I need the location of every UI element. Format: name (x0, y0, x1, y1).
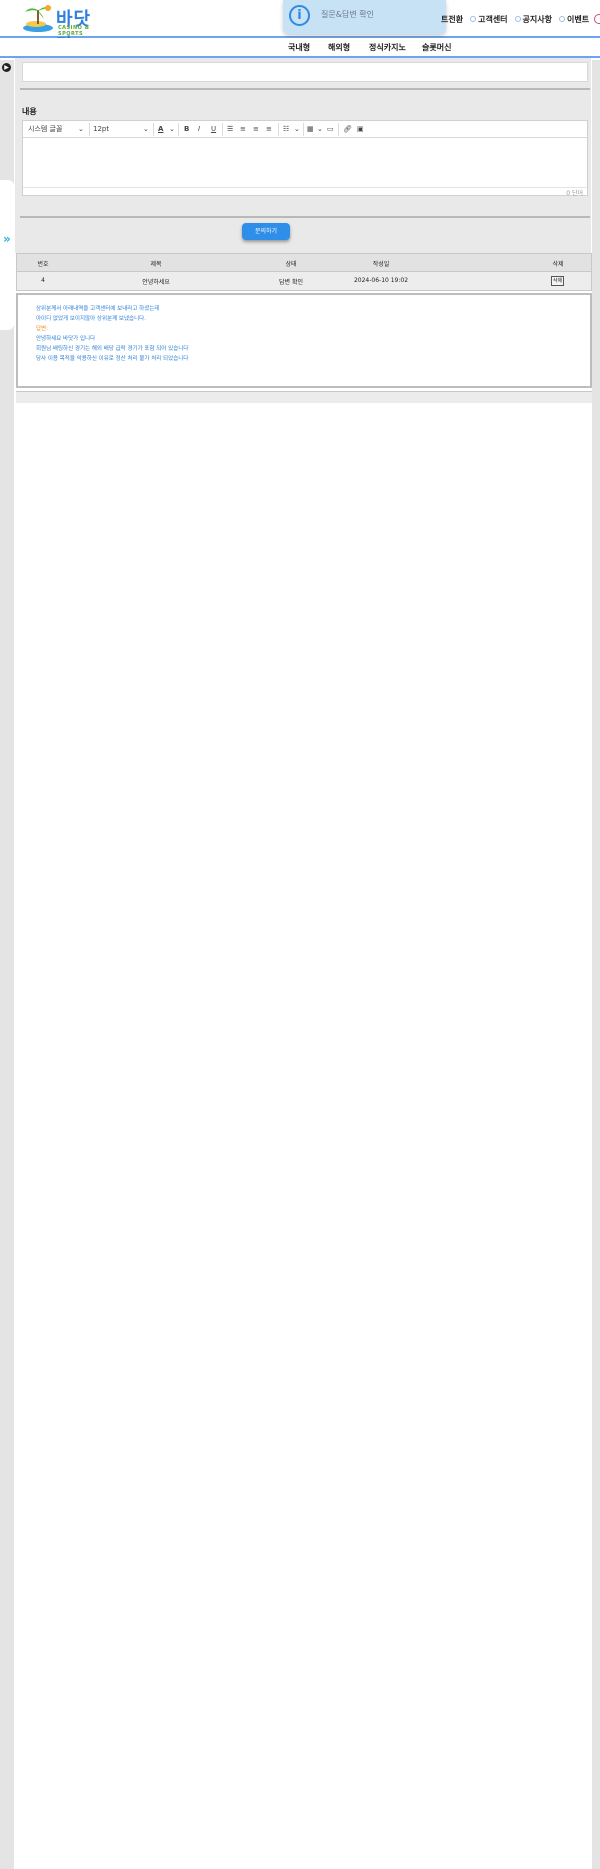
font-size-value: 12pt (93, 125, 110, 133)
chevron-down-icon: ⌄ (78, 125, 84, 133)
divider (338, 123, 339, 136)
row-date: 2024-06-10 19:02 (353, 277, 409, 284)
nav-casino[interactable]: 정식카지노 (369, 42, 406, 53)
table-header: 번호 제목 상태 작성일 삭제 (16, 253, 592, 272)
side-drawer-tab[interactable] (0, 180, 14, 330)
chevron-down-icon: ⌄ (143, 125, 149, 133)
font-size-select[interactable]: 12pt (93, 121, 109, 138)
notification-toast[interactable]: i 질문&답변 확인 (283, 0, 446, 34)
media-icon[interactable]: ▭ (327, 121, 334, 138)
divider (178, 123, 179, 136)
answer-line: 당사 이용 목적을 악용하신 이유로 정산 처리 불가 처리 되었습니다 (36, 356, 189, 362)
palm-island-icon (23, 5, 53, 32)
circle-icon (559, 16, 565, 22)
col-title: 제목 (150, 261, 162, 268)
double-chevron-right-icon[interactable]: » (3, 232, 11, 246)
divider (278, 123, 279, 136)
align-justify-icon[interactable]: ☰ (227, 121, 233, 138)
title-input[interactable] (22, 62, 588, 82)
content-label: 내용 (22, 107, 37, 116)
info-icon: i (289, 5, 310, 26)
answer-line: 회원님 배팅하신 경기는 해외 배당 급락 경기가 포함 되어 있습니다 (36, 346, 189, 352)
divider (20, 216, 590, 218)
editor-status-bar: 0 단어 (23, 187, 587, 197)
list-icon[interactable]: ☷ (283, 121, 289, 138)
chevron-down-icon[interactable]: ⌄ (169, 121, 175, 138)
col-status: 상태 (285, 261, 297, 268)
nav-support-label: 고객센터 (478, 15, 508, 24)
col-date: 작성일 (372, 261, 390, 268)
nav-event-label: 이벤트 (567, 15, 590, 24)
text-color-icon[interactable]: A (158, 121, 163, 138)
toast-message: 질문&답변 확인 (321, 10, 374, 19)
game-nav: 국내형 해외형 정식카지노 슬롯머신 (0, 38, 600, 58)
inquiry-detail: 상위분께서 아래내역을 고객센터에 보내라고 하셨는데 아이디 없었게 보이지않… (16, 293, 592, 388)
image-icon[interactable]: ▣ (357, 121, 364, 138)
nav-notice[interactable]: 공지사항 (514, 14, 552, 25)
italic-icon[interactable]: I (198, 121, 200, 138)
divider (303, 123, 304, 136)
question-line: 상위분께서 아래내역을 고객센터에 보내라고 하셨는데 (36, 306, 160, 312)
inquiry-form: 내용 시스템 글꼴 ⌄ 12pt ⌄ A ⌄ B I U ☰ ≡ ≡ ≡ ☷ ⌄… (15, 58, 591, 253)
answer-label: 답변: (36, 326, 48, 332)
circle-icon (514, 16, 521, 22)
nav-overseas[interactable]: 해외형 (328, 42, 350, 53)
site-logo[interactable]: 바닷가 CASINO & SPORTS (22, 2, 106, 56)
nav-switch[interactable]: 트전환 (441, 14, 463, 25)
font-family-value: 시스템 글꼴 (28, 125, 63, 133)
logo-subtitle: CASINO & SPORTS (58, 25, 90, 37)
chevron-down-icon[interactable]: ⌄ (294, 121, 300, 138)
bold-icon[interactable]: B (184, 121, 189, 138)
row-number: 4 (41, 277, 45, 284)
table-row[interactable] (16, 391, 592, 403)
delete-button[interactable]: 삭제 (551, 276, 564, 286)
submit-inquiry-button[interactable]: 문의하기 (242, 223, 290, 240)
nav-event[interactable]: 이벤트 (559, 14, 589, 25)
nav-slots[interactable]: 슬롯머신 (422, 42, 451, 53)
divider (89, 123, 90, 136)
align-left-icon[interactable]: ≡ (240, 121, 246, 138)
divider (222, 123, 223, 136)
play-icon[interactable]: ▶ (2, 63, 11, 72)
right-scrollbar[interactable] (592, 60, 600, 1869)
table-row[interactable]: 4 안녕하세요 답변 확인 2024-06-10 19:02 삭제 (16, 272, 592, 291)
align-right-icon[interactable]: ≡ (266, 121, 272, 138)
nav-domestic[interactable]: 국내형 (288, 42, 310, 53)
rich-text-editor: 시스템 글꼴 ⌄ 12pt ⌄ A ⌄ B I U ☰ ≡ ≡ ≡ ☷ ⌄ ▦ (22, 120, 588, 197)
editor-toolbar: 시스템 글꼴 ⌄ 12pt ⌄ A ⌄ B I U ☰ ≡ ≡ ≡ ☷ ⌄ ▦ (23, 121, 587, 138)
chevron-down-icon[interactable]: ⌄ (317, 121, 323, 138)
row-status: 답변 확인 (279, 279, 303, 286)
top-nav: 트전환 고객센터 공지사항 이벤트 (441, 14, 589, 25)
nav-notice-label: 공지사항 (522, 15, 552, 24)
font-family-select[interactable]: 시스템 글꼴 (28, 121, 62, 138)
row-title: 안녕하세요 (142, 279, 170, 286)
align-center-icon[interactable]: ≡ (253, 121, 259, 138)
underline-icon[interactable]: U (211, 121, 216, 138)
word-count: 0 단어 (566, 190, 583, 197)
answer-line: 안녕하세요 바닷가 입니다 (36, 336, 96, 342)
site-header: 바닷가 CASINO & SPORTS i 질문&답변 확인 트전환 고객센터 … (0, 0, 600, 56)
col-delete: 삭제 (552, 261, 564, 268)
nav-support[interactable]: 고객센터 (470, 14, 508, 25)
editor-body[interactable] (23, 138, 587, 188)
user-icon[interactable] (594, 14, 600, 24)
question-line: 아이디 없었게 보이지않아 상위분께 보냈습니다. (36, 316, 146, 322)
circle-icon (470, 16, 477, 22)
divider (20, 88, 590, 90)
link-icon[interactable]: 🔗︎ (343, 121, 352, 138)
divider (153, 123, 154, 136)
left-rail (0, 60, 14, 1869)
table-icon[interactable]: ▦ (307, 121, 314, 138)
col-number: 번호 (37, 261, 49, 268)
